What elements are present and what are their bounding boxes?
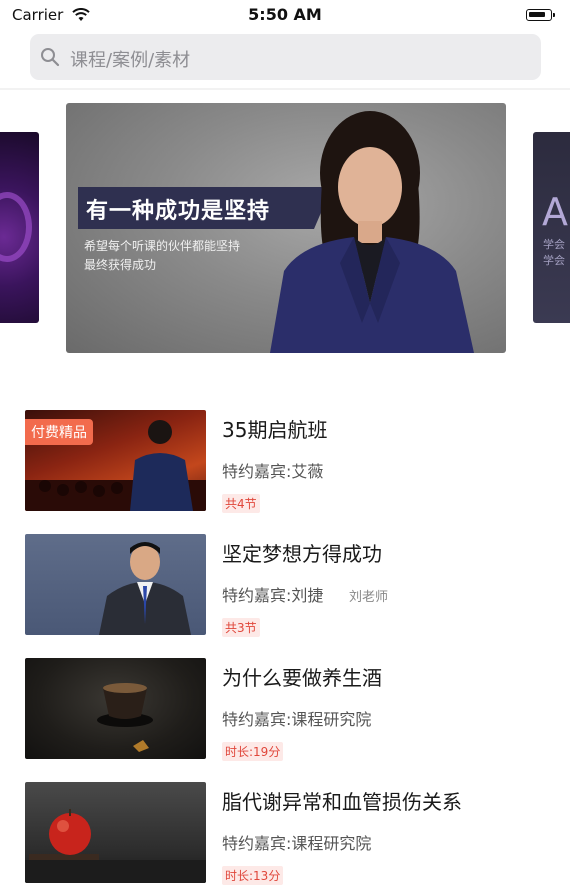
course-guest: 特约嘉宾:课程研究院 [222,834,372,853]
course-guest: 特约嘉宾:刘捷 [222,586,324,605]
banner-next-text-1: 学会 [543,238,565,251]
teacup-image [97,683,153,752]
course-title: 脂代谢异常和血管损伤关系 [222,790,462,814]
course-duration: 时长:13分 [222,866,284,885]
course-item[interactable]: 为什么要做养生酒 特约嘉宾:课程研究院 时长:19分 [25,658,545,764]
banner-slide-previous[interactable] [0,132,39,323]
search-placeholder: 课程/案例/素材 [70,50,191,71]
banner-title: 有一种成功是坚持 [86,199,271,224]
course-thumbnail: 付费精品 [25,410,206,511]
course-guest: 特约嘉宾:课程研究院 [222,710,372,729]
course-duration: 时长:19分 [222,742,284,761]
course-item[interactable]: 坚定梦想方得成功 特约嘉宾:刘捷 刘老师 共3节 [25,534,545,640]
course-thumbnail [25,534,206,635]
status-bar: Carrier 5:50 AM [0,0,570,30]
course-item[interactable]: 付费精品 35期启航班 特约嘉宾:艾薇 共4节 [25,410,545,516]
banner-next-letter: A [542,190,568,234]
course-title: 为什么要做养生酒 [222,666,382,690]
course-lesson-count: 共3节 [222,618,260,637]
course-title: 35期启航班 [222,418,328,442]
paid-premium-badge: 付费精品 [25,419,93,445]
search-icon [41,48,60,67]
battery-icon [526,9,555,21]
course-item[interactable]: 脂代谢异常和血管损伤关系 特约嘉宾:课程研究院 时长:13分 [25,782,545,888]
banner-subtitle-line2: 最终获得成功 [84,258,157,272]
course-thumbnail [25,658,206,759]
header-divider [0,88,570,90]
apple-image [25,809,206,883]
banner-slide-current[interactable]: 有一种成功是坚持 希望每个听课的伙伴都能坚持 最终获得成功 [66,103,506,353]
banner-decoration [0,192,32,262]
clock: 5:50 AM [248,5,322,24]
search-input[interactable]: 课程/案例/素材 [30,34,541,80]
course-lesson-count: 共4节 [222,494,260,513]
speaker-portrait-image [99,542,191,635]
course-title: 坚定梦想方得成功 [222,542,382,566]
banner-subtitle-line1: 希望每个听课的伙伴都能坚持 [84,239,241,253]
banner-next-text-2: 学会 [543,254,565,267]
course-thumbnail [25,782,206,883]
banner-presenter-image [270,111,474,353]
banner-slide-next[interactable]: A 学会 学会 [533,132,570,323]
course-guest: 特约嘉宾:艾薇 [222,462,324,481]
course-teacher: 刘老师 [349,590,389,605]
